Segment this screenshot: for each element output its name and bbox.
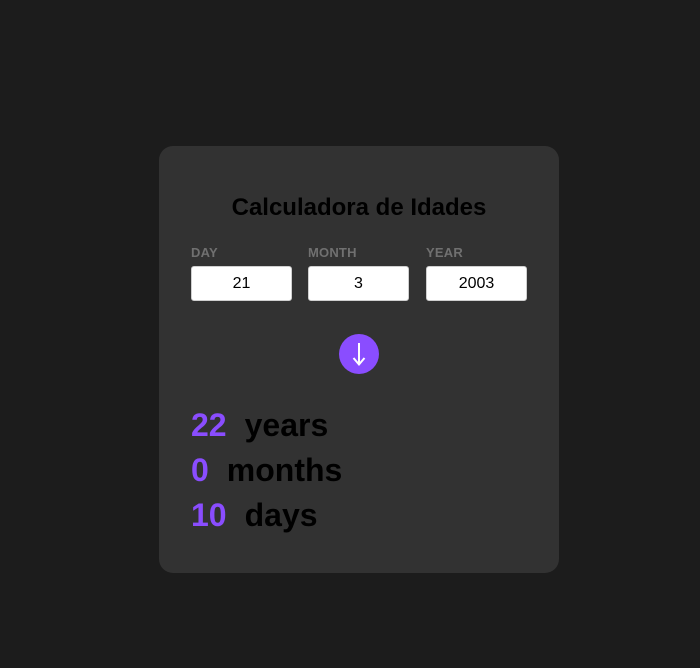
months-result: 0 months bbox=[191, 448, 342, 493]
calculate-button[interactable] bbox=[339, 334, 379, 374]
page-title: Calculadora de Idades bbox=[231, 194, 487, 221]
months-unit: months bbox=[226, 452, 343, 488]
arrow-down-icon bbox=[352, 343, 366, 367]
age-calculator-card: Calculadora de Idades DAY MONTH YEAR 22 y… bbox=[159, 146, 559, 573]
day-label: DAY bbox=[191, 245, 218, 260]
year-label: YEAR bbox=[426, 245, 463, 260]
year-input[interactable] bbox=[426, 266, 527, 301]
day-field-group: DAY bbox=[191, 245, 292, 301]
years-result: 22 years bbox=[191, 403, 342, 448]
month-label: MONTH bbox=[308, 245, 357, 260]
results: 22 years 0 months 10 days bbox=[191, 403, 342, 538]
days-unit: days bbox=[244, 497, 318, 533]
month-input[interactable] bbox=[308, 266, 409, 301]
months-value: 0 bbox=[191, 452, 209, 488]
day-input[interactable] bbox=[191, 266, 292, 301]
days-value: 10 bbox=[191, 497, 227, 533]
years-unit: years bbox=[244, 407, 329, 443]
year-field-group: YEAR bbox=[426, 245, 527, 301]
month-field-group: MONTH bbox=[308, 245, 409, 301]
years-value: 22 bbox=[191, 407, 227, 443]
days-result: 10 days bbox=[191, 493, 342, 538]
